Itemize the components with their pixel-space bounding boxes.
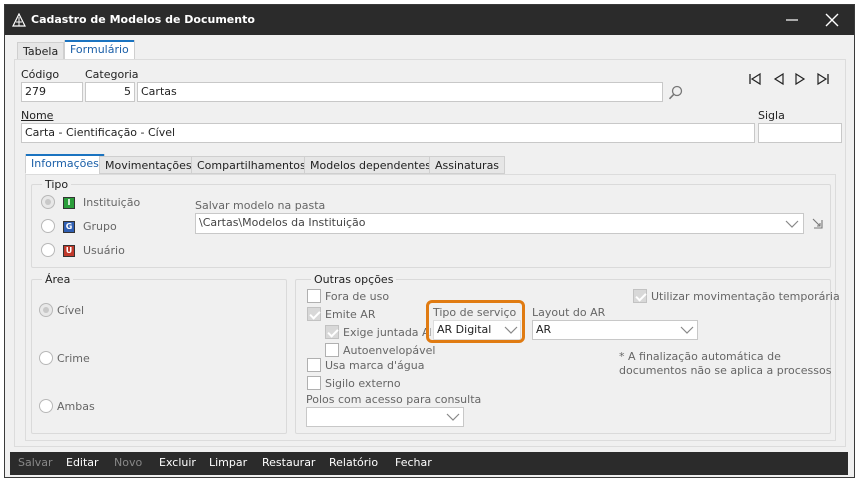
app-logo-icon: [12, 13, 26, 27]
close-icon: [825, 13, 839, 27]
tab-tabela[interactable]: Tabela: [17, 42, 65, 60]
marca-dagua-checkbox[interactable]: [307, 358, 321, 372]
tipo-grupo-radio[interactable]: [41, 219, 55, 233]
emite-ar-checkbox[interactable]: [307, 307, 321, 321]
tab-movimentacoes-label: Movimentações: [105, 159, 192, 172]
polos-label: Polos com acesso para consulta: [306, 393, 482, 406]
categoria-label: Categoria: [85, 68, 139, 81]
search-icon[interactable]: [668, 85, 684, 101]
salvar-button[interactable]: Salvar: [18, 456, 53, 469]
outras-opcoes-title: Outras opções: [311, 273, 397, 286]
nome-field[interactable]: Carta - Cientificação - Cível: [21, 123, 755, 143]
exige-juntada-checkbox[interactable]: [325, 325, 339, 339]
tab-assinaturas-label: Assinaturas: [435, 159, 500, 172]
tab-tabela-label: Tabela: [23, 45, 59, 58]
categoria-code-field[interactable]: 5: [85, 82, 135, 102]
relatorio-button[interactable]: Relatório: [329, 456, 378, 469]
editar-button[interactable]: Editar: [66, 456, 99, 469]
previous-record-icon[interactable]: [772, 72, 786, 86]
sigla-label: Sigla: [758, 109, 785, 122]
footer-toolbar: Salvar Editar Novo Excluir Limpar Restau…: [10, 452, 848, 475]
limpar-button[interactable]: Limpar: [209, 456, 247, 469]
tab-modelos-dependentes[interactable]: Modelos dependentes: [304, 156, 437, 174]
tipo-instituicao-label: Instituição: [83, 196, 141, 209]
tab-compartilhamentos[interactable]: Compartilhamentos: [191, 156, 312, 174]
tab-assinaturas[interactable]: Assinaturas: [429, 156, 506, 174]
pasta-label: Salvar modelo na pasta: [195, 199, 326, 212]
tab-formulario-label: Formulário: [70, 43, 129, 56]
marca-dagua-label: Usa marca d'água: [325, 359, 425, 372]
area-ambas-radio[interactable]: [39, 399, 53, 413]
tab-modelos-dependentes-label: Modelos dependentes: [310, 159, 431, 172]
nota-finalizacao-line1: * A finalização automática de: [619, 350, 781, 363]
tipo-grupo-label: Grupo: [83, 220, 117, 233]
sigilo-externo-checkbox[interactable]: [307, 376, 321, 390]
autoenvelopavel-label: Autoenvelopável: [343, 344, 436, 357]
autoenvelopavel-checkbox[interactable]: [325, 343, 339, 357]
chevron-down-icon: [446, 413, 460, 421]
minimize-button[interactable]: [777, 9, 807, 31]
area-group-title: Área: [42, 273, 74, 286]
tab-movimentacoes[interactable]: Movimentações: [99, 156, 198, 174]
fora-de-uso-label: Fora de uso: [325, 290, 390, 303]
minimize-icon: [786, 19, 798, 21]
tab-compartilhamentos-label: Compartilhamentos: [197, 159, 306, 172]
tab-formulario[interactable]: Formulário: [64, 40, 135, 60]
sigla-field[interactable]: [758, 123, 842, 143]
nota-finalizacao-line2: documentos não se aplica a processos: [619, 364, 832, 377]
restaurar-button[interactable]: Restaurar: [262, 456, 315, 469]
tipo-usuario-radio[interactable]: [41, 243, 55, 257]
polos-select[interactable]: [306, 407, 464, 427]
usuario-badge-icon: U: [63, 245, 75, 257]
area-crime-label: Crime: [57, 352, 90, 365]
nome-label: Nome: [21, 109, 54, 122]
tipo-usuario-label: Usuário: [83, 244, 125, 257]
area-ambas-label: Ambas: [57, 400, 95, 413]
chevron-down-icon: [785, 220, 799, 228]
area-civel-radio[interactable]: [39, 303, 53, 317]
close-button[interactable]: [817, 9, 847, 31]
folder-browse-icon[interactable]: [811, 216, 825, 230]
tipo-instituicao-radio[interactable]: [41, 195, 55, 209]
fora-de-uso-checkbox[interactable]: [307, 289, 321, 303]
utilizar-mov-label: Utilizar movimentação temporária: [651, 290, 840, 303]
sigilo-externo-label: Sigilo externo: [325, 377, 401, 390]
codigo-field[interactable]: 279: [21, 82, 83, 102]
area-crime-radio[interactable]: [39, 351, 53, 365]
chevron-down-icon: [680, 326, 694, 334]
main-window: Cadastro de Modelos de Documento Tabela …: [4, 4, 855, 478]
layout-ar-select[interactable]: AR: [532, 320, 698, 340]
pasta-select[interactable]: \Cartas\Modelos da Instituição: [195, 213, 804, 234]
tipo-group-title: Tipo: [42, 178, 72, 191]
last-record-icon[interactable]: [816, 72, 830, 86]
fechar-button[interactable]: Fechar: [395, 456, 432, 469]
pasta-value: \Cartas\Modelos da Instituição: [199, 216, 366, 229]
categoria-name-field[interactable]: Cartas: [137, 82, 663, 102]
exige-juntada-label: Exige juntada AR: [343, 326, 431, 339]
emite-ar-label: Emite AR: [325, 308, 376, 321]
window-title: Cadastro de Modelos de Documento: [31, 13, 255, 26]
layout-ar-label: Layout do AR: [532, 306, 606, 319]
area-civel-label: Cível: [57, 304, 85, 317]
layout-ar-value: AR: [536, 323, 552, 336]
codigo-label: Código: [21, 68, 60, 81]
instituicao-badge-icon: I: [63, 197, 75, 209]
next-record-icon[interactable]: [793, 72, 807, 86]
first-record-icon[interactable]: [748, 72, 762, 86]
excluir-button[interactable]: Excluir: [159, 456, 196, 469]
grupo-badge-icon: G: [63, 221, 75, 233]
tab-informacoes-label: Informações: [31, 157, 99, 170]
novo-button[interactable]: Novo: [114, 456, 142, 469]
title-bar: Cadastro de Modelos de Documento: [5, 5, 854, 35]
utilizar-mov-checkbox[interactable]: [633, 289, 647, 303]
tab-informacoes[interactable]: Informações: [25, 154, 105, 174]
tipo-servico-highlight: [426, 300, 525, 343]
